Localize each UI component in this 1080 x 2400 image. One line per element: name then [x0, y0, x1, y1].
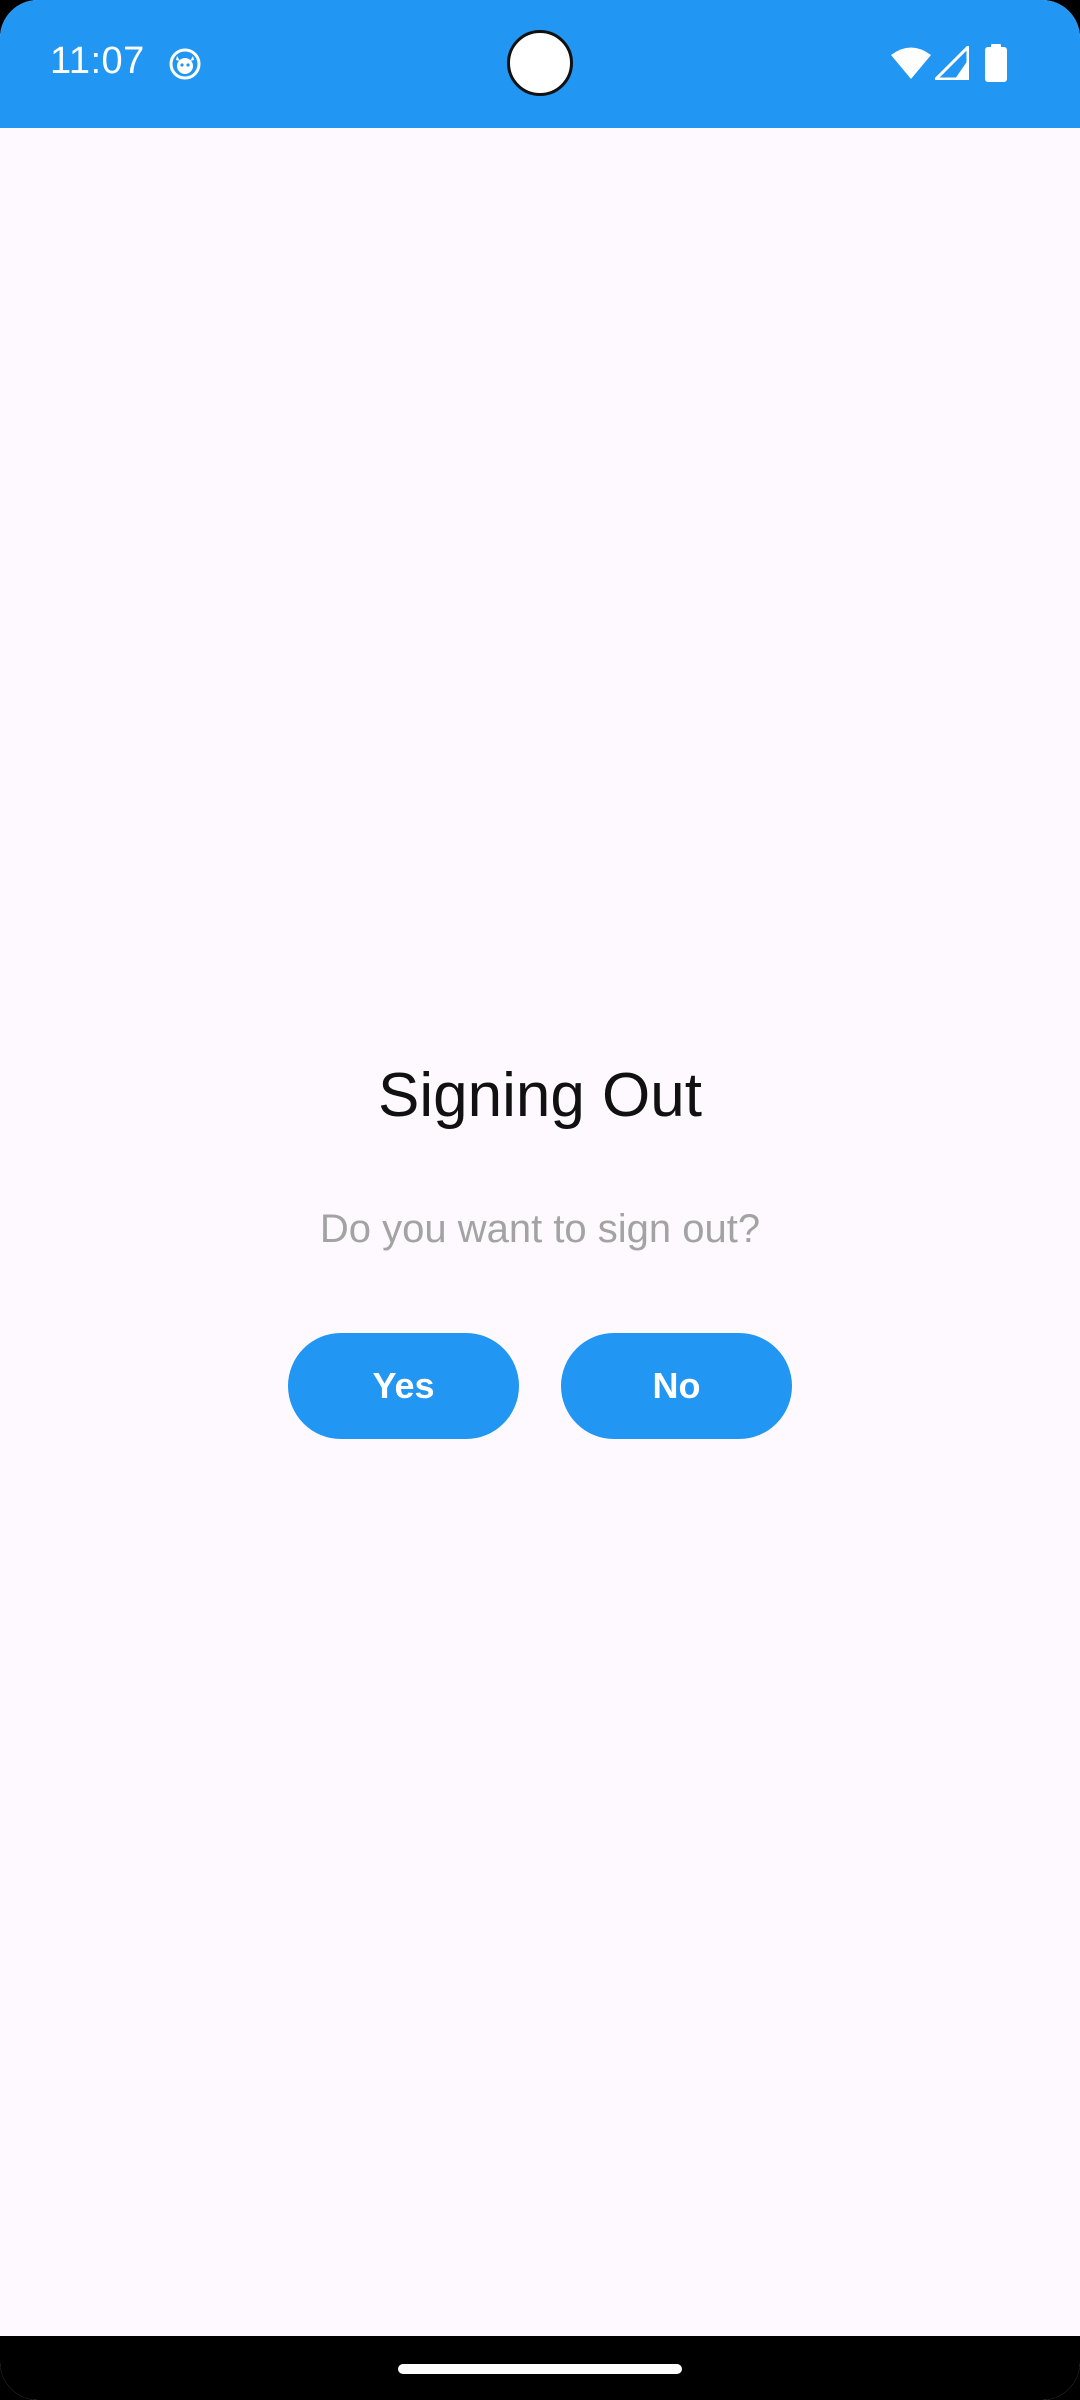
home-gesture-handle[interactable]: [398, 2364, 682, 2374]
wifi-icon: [891, 47, 931, 79]
dialog-message: Do you want to sign out?: [319, 1207, 761, 1251]
status-time: 11:07: [50, 40, 145, 82]
no-button[interactable]: No: [561, 1333, 792, 1439]
dialog-title: Signing Out: [378, 1061, 702, 1130]
screen: 11:07 Signing Out Do you want to sign ou…: [0, 0, 1080, 2400]
cell-signal-icon: [935, 46, 969, 80]
camera-cutout: [507, 30, 573, 96]
app-notification-icon: [169, 48, 201, 80]
navigation-bar: [0, 2336, 1080, 2400]
battery-icon: [985, 44, 1007, 82]
yes-button[interactable]: Yes: [288, 1333, 519, 1439]
status-bar: 11:07: [0, 0, 1080, 128]
